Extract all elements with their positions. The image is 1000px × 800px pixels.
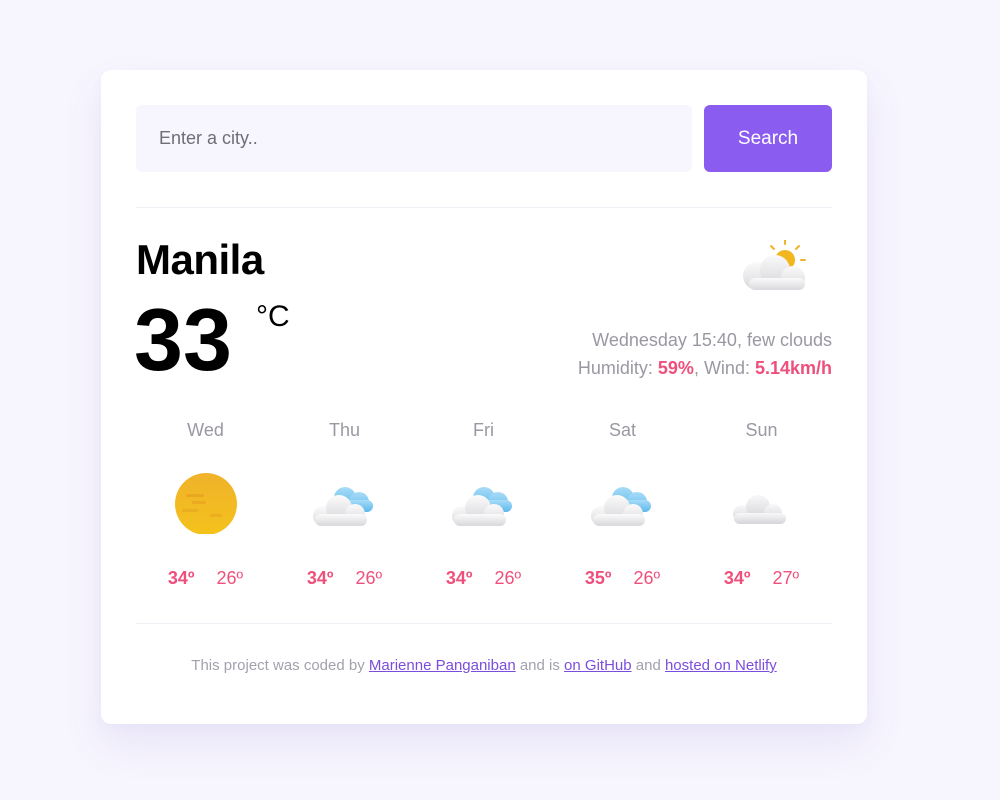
current-temperature: 33	[134, 290, 232, 389]
wind-value: 5.14km/h	[754, 358, 832, 378]
temperature-unit: °C	[256, 300, 290, 333]
forecast-low: 26º	[355, 568, 383, 588]
forecast-temps: 34º 26º	[275, 568, 414, 589]
sun-behind-cloud-icon	[743, 240, 806, 290]
forecast-high: 34º	[445, 568, 473, 588]
netlify-link[interactable]: hosted on Netlify	[665, 657, 777, 674]
forecast-day: Sun 34º 27º	[692, 418, 831, 598]
search-form: Search	[136, 105, 832, 172]
forecast-day-name: Wed	[187, 420, 224, 440]
divider-top	[136, 207, 832, 208]
forecast-day-name: Sat	[608, 420, 637, 440]
divider-bottom	[136, 623, 832, 624]
forecast-low: 26º	[494, 568, 522, 588]
forecast-day-name: Thu	[328, 420, 361, 440]
forecast-low: 26º	[216, 568, 244, 588]
forecast-high: 34º	[723, 568, 751, 588]
humidity-label: Humidity:	[577, 358, 658, 378]
footer: This project was coded by Marienne Panga…	[101, 657, 867, 674]
sun-icon	[175, 473, 237, 534]
forecast-temps: 34º 26º	[136, 568, 275, 589]
humidity-wind: Humidity: 59%, Wind: 5.14km/h	[578, 358, 832, 379]
forecast-high: 34º	[167, 568, 195, 588]
footer-text: This project was coded by	[191, 657, 369, 674]
scattered-clouds-icon	[452, 487, 512, 526]
cloud-icon	[733, 495, 786, 524]
footer-text: and is	[515, 657, 565, 674]
author-link[interactable]: Marienne Panganiban	[369, 657, 516, 674]
search-input[interactable]	[136, 105, 692, 172]
scattered-clouds-icon	[591, 487, 651, 526]
forecast-low: 26º	[633, 568, 661, 588]
weather-description: Wednesday 15:40, few clouds	[592, 330, 832, 350]
scattered-clouds-icon	[313, 487, 373, 526]
forecast-high: 34º	[306, 568, 334, 588]
forecast-day: Thu 34º 26º	[275, 418, 414, 598]
github-link[interactable]: on GitHub	[564, 657, 632, 674]
forecast-temps: 34º 26º	[414, 568, 553, 589]
forecast-low: 27º	[772, 568, 800, 588]
forecast-day: Fri 34º 26º	[414, 418, 553, 598]
forecast-day-name: Fri	[473, 420, 494, 440]
forecast-temps: 35º 26º	[553, 568, 692, 589]
forecast-high: 35º	[584, 568, 612, 588]
city-name: Manila	[136, 236, 264, 283]
forecast-day-name: Sun	[745, 420, 778, 440]
wind-label: , Wind:	[693, 358, 755, 378]
weather-card: Search Manila 33 °C Wednesday 15:40, few…	[101, 70, 867, 724]
forecast-day: Wed 34º 26º	[136, 418, 275, 598]
footer-text: and	[631, 657, 665, 674]
search-button[interactable]: Search	[704, 105, 832, 172]
humidity-value: 59%	[657, 358, 694, 378]
forecast-temps: 34º 27º	[692, 568, 831, 589]
forecast-day: Sat 35º 26º	[553, 418, 692, 598]
forecast: Wed 34º 26º Thu 34º 26º Fri 34º 26º Sat …	[136, 418, 832, 598]
